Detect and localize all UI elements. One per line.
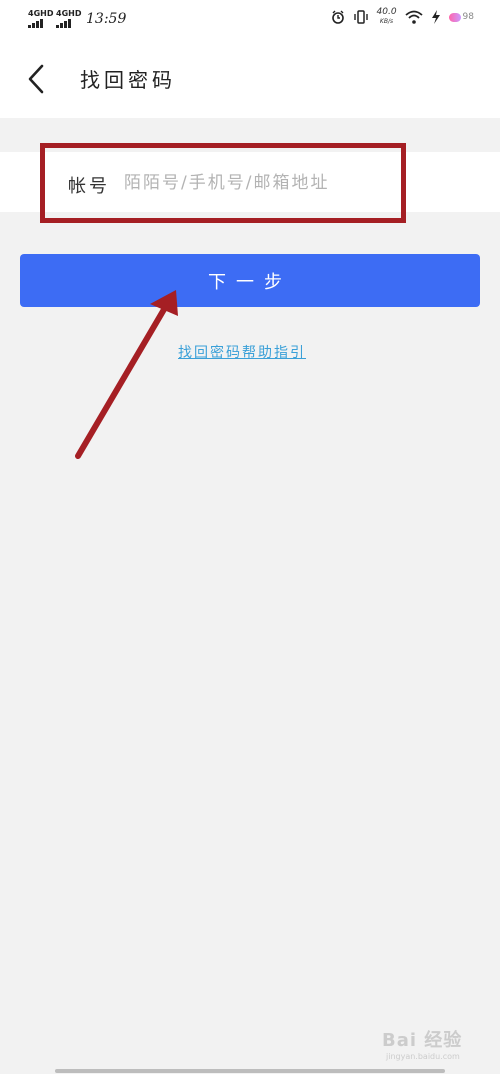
help-guide-link[interactable]: 找回密码帮助指引	[178, 342, 306, 362]
network-type-1: 4GHD	[28, 9, 54, 18]
back-arrow-icon[interactable]	[22, 60, 52, 98]
watermark-url: jingyan.baidu.com	[386, 1052, 460, 1061]
next-step-button[interactable]: 下一步	[20, 254, 480, 307]
status-right: 40.0 KB/s 98	[331, 8, 474, 26]
speed-value: 40.0	[376, 7, 397, 17]
status-bar: 4GHD 4GHD 13:59 40.0 KB/s 98	[0, 0, 500, 40]
speed-unit: KB/s	[379, 18, 394, 25]
header-bar: 找回密码	[0, 40, 500, 118]
battery-level: 98	[448, 12, 474, 22]
network-speed: 40.0 KB/s	[377, 8, 397, 26]
baidu-watermark: Bai 经验 jingyan.baidu.com	[382, 1026, 462, 1061]
wifi-icon	[404, 10, 423, 24]
account-input[interactable]	[124, 166, 394, 200]
network-type-2: 4GHD	[56, 9, 82, 18]
vibrate-icon	[353, 10, 368, 24]
home-indicator	[55, 1069, 445, 1073]
signal-icon-2: 4GHD	[56, 9, 82, 28]
status-left: 4GHD 4GHD 13:59	[28, 10, 126, 28]
status-time: 13:59	[86, 11, 127, 27]
alarm-icon	[331, 10, 344, 24]
charging-icon	[431, 10, 440, 24]
page-title: 找回密码	[80, 68, 176, 92]
signal-icon: 4GHD	[28, 9, 54, 28]
account-label: 帐号	[68, 176, 110, 197]
watermark-text: Bai 经验	[382, 1030, 463, 1051]
